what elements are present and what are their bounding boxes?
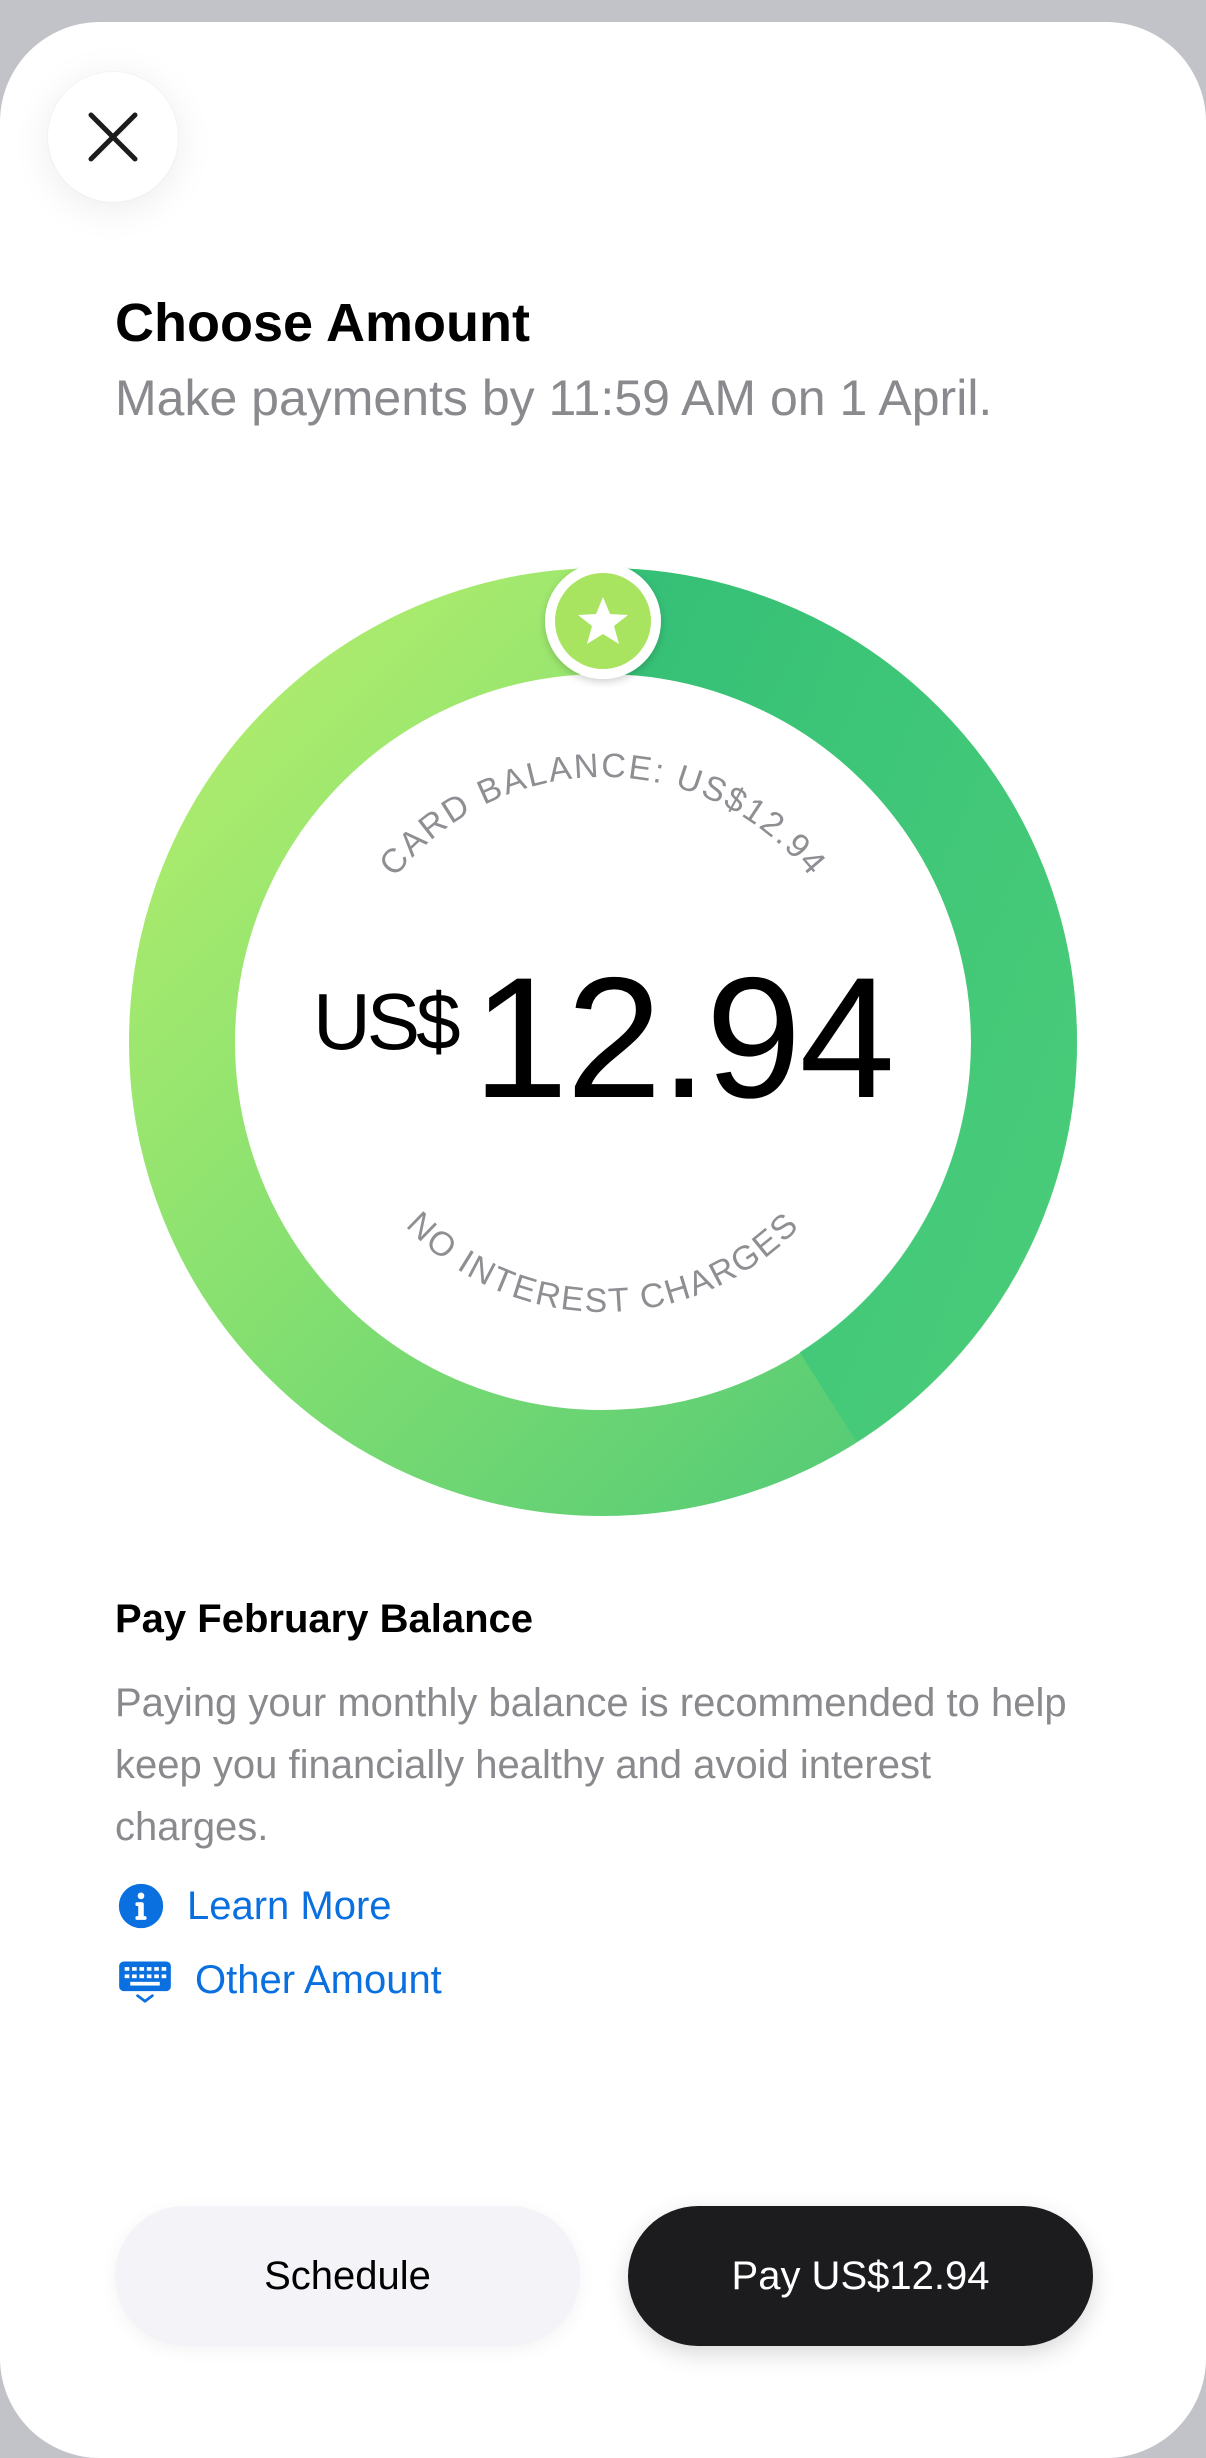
learn-more-link[interactable]: Learn More: [115, 1880, 392, 1932]
keyboard-icon: [115, 1954, 175, 2006]
payment-deadline: Make payments by 11:59 AM on 1 April.: [115, 370, 993, 426]
amount-dial[interactable]: CARD BALANCE: US$12.94 NO INTEREST CHARG…: [128, 567, 1078, 1517]
other-amount-label: Other Amount: [195, 1957, 442, 2002]
recommendation-title: Pay February Balance: [115, 1597, 533, 1641]
pay-button[interactable]: Pay US$12.94: [628, 2206, 1093, 2346]
info-icon: [115, 1880, 167, 1932]
schedule-label: Schedule: [264, 2253, 431, 2298]
schedule-button[interactable]: Schedule: [115, 2206, 580, 2346]
no-interest-label: NO INTEREST CHARGES: [399, 1205, 806, 1321]
payment-sheet: Choose Amount Make payments by 11:59 AM …: [0, 22, 1206, 2458]
pay-label: Pay US$12.94: [731, 2253, 990, 2298]
recommendation-body: Paying your monthly balance is recommend…: [115, 1681, 1067, 1849]
page-title: Choose Amount: [115, 293, 530, 353]
learn-more-label: Learn More: [187, 1883, 392, 1928]
dial-handle[interactable]: [545, 567, 661, 679]
close-button[interactable]: [48, 72, 178, 202]
close-icon: [88, 112, 138, 162]
other-amount-link[interactable]: Other Amount: [115, 1954, 442, 2006]
card-balance-label: CARD BALANCE: US$12.94: [372, 747, 834, 883]
